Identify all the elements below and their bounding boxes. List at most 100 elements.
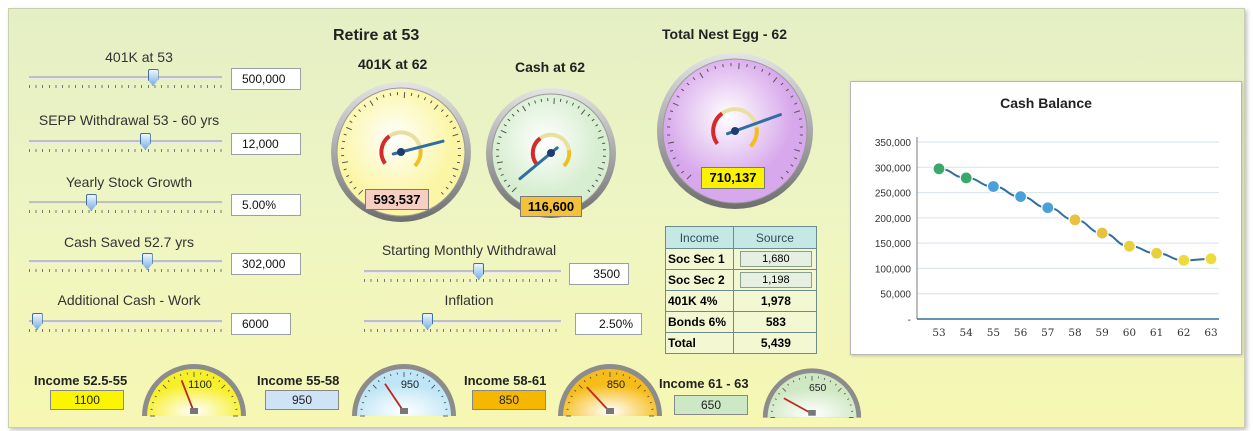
row-label: Soc Sec 2	[665, 269, 734, 291]
total-heading: Total Nest Egg - 62	[662, 26, 787, 42]
chart-y-tick-label: 200,000	[875, 214, 912, 225]
table-row: Soc Sec 1 1,680	[665, 248, 818, 270]
chart-data-point	[986, 179, 1000, 194]
gauge-tick	[798, 142, 802, 144]
income-source-table: Income Source Soc Sec 1 1,680 Soc Sec 2 …	[665, 226, 818, 354]
gauge-tick	[746, 64, 748, 68]
slider-thumb[interactable]	[85, 194, 97, 211]
gauge-401k-readout: 593,537	[365, 189, 429, 210]
chart-data-point	[1068, 213, 1082, 227]
slider-inflation[interactable]	[364, 313, 561, 335]
table-row: Soc Sec 2 1,198	[665, 269, 818, 291]
slider-thumb[interactable]	[147, 69, 159, 86]
slider-label-additional-cash: Additional Cash - Work	[57, 292, 201, 308]
table-header-source: Source	[732, 226, 818, 249]
slider-label-stock-growth: Yearly Stock Growth	[65, 174, 193, 190]
chart-data-point	[1150, 246, 1164, 260]
chart-data-point	[1122, 239, 1136, 253]
chart-x-tick-label: 61	[1150, 327, 1163, 339]
gauge-cash: 116,600	[484, 82, 618, 224]
gauge-hub	[397, 148, 405, 156]
gauge-tick	[668, 118, 672, 120]
mini-gauge-3: 850	[555, 361, 665, 419]
gauge-tick	[341, 140, 346, 143]
chart-y-tick-label: 150,000	[875, 239, 912, 250]
chart-data-point	[1095, 226, 1109, 240]
value-sepp[interactable]: 12,000	[231, 133, 301, 155]
chart-y-tick-label: 250,000	[875, 189, 912, 200]
slider-label-cash-saved: Cash Saved 52.7 yrs	[64, 234, 194, 250]
chart-data-point	[1014, 190, 1028, 204]
row-label: Soc Sec 1	[665, 248, 734, 270]
cash-balance-chart: Cash Balance 350,000 300,000 250,000 200,00…	[850, 81, 1242, 355]
gauge-hub	[547, 149, 555, 157]
slider-thumb[interactable]	[139, 133, 151, 150]
slider-thumb[interactable]	[141, 253, 153, 270]
row-value-input[interactable]: 1,680	[739, 251, 812, 267]
gauge-tick	[602, 161, 606, 164]
value-monthly-withdrawal[interactable]: 3500	[569, 263, 629, 285]
gauge-total-readout: 710,137	[701, 167, 765, 189]
mini-gauge-value: 850	[607, 379, 625, 391]
mini-gauge-hub	[808, 410, 816, 416]
gauge-tick	[496, 142, 500, 145]
slider-cash-saved[interactable]	[29, 253, 222, 275]
row-value: 583	[732, 311, 818, 333]
income-label-2: Income 55-58	[257, 373, 340, 388]
chart-x-tick-label: 57	[1041, 327, 1054, 339]
table-row: Total 5,439	[665, 332, 818, 354]
value-inflation[interactable]: 2.50%	[575, 313, 642, 335]
slider-thumb[interactable]	[473, 263, 485, 280]
chart-data-point	[1041, 201, 1055, 215]
row-value-input[interactable]: 1,198	[739, 272, 812, 288]
mini-gauge-4: 650	[760, 365, 864, 421]
gauge-tick	[798, 118, 802, 120]
gauge-cash-readout: 116,600	[520, 196, 582, 217]
income-box-1: 1100	[50, 390, 124, 410]
value-additional-cash[interactable]: 6000	[231, 313, 291, 335]
table-row: Bonds 6% 583	[665, 311, 818, 333]
value-stock-growth[interactable]: 5.00%	[231, 194, 301, 216]
gauge-tick	[389, 92, 392, 97]
slider-additional-cash[interactable]	[29, 313, 222, 335]
chart-y-tick-label: 50,000	[880, 290, 911, 301]
gauge-tick	[722, 64, 724, 68]
slider-thumb[interactable]	[31, 313, 43, 330]
chart-y-tick-label: 300,000	[875, 163, 912, 174]
gauge-tick	[456, 161, 461, 164]
slider-401k[interactable]	[29, 69, 222, 91]
gauge-tick	[456, 140, 461, 143]
chart-x-tick-label: 58	[1068, 327, 1081, 339]
income-label-3: Income 58-61	[464, 373, 547, 388]
chart-y-tick-label: -	[908, 315, 911, 326]
slider-sepp[interactable]	[29, 133, 222, 155]
income-label-4: Income 61 - 63	[659, 376, 749, 391]
gauge-hub	[731, 127, 739, 135]
gauge-tick	[410, 92, 413, 97]
mini-gauge-value: 1100	[188, 379, 212, 391]
chart-x-tick-label: 56	[1014, 327, 1028, 339]
chart-x-tick-label: 62	[1177, 327, 1190, 339]
chart-data-point	[1204, 252, 1218, 266]
income-box-4: 650	[674, 395, 748, 415]
slider-stock-growth[interactable]	[29, 194, 222, 216]
cash-heading: Cash at 62	[515, 59, 586, 75]
row-value: 1,978	[732, 290, 818, 312]
chart-data-point	[959, 171, 973, 185]
retirement-dashboard: 401K at 53 500,000 SEPP Withdrawal 53 - …	[8, 8, 1245, 428]
slider-label-401k: 401K at 53	[105, 49, 173, 65]
slider-thumb[interactable]	[422, 313, 434, 330]
chart-y-tick-label: 100,000	[875, 264, 912, 275]
chart-x-tick-label: 55	[987, 327, 1000, 339]
chart-x-tick-label: 63	[1204, 327, 1217, 339]
chart-x-tick-label: 54	[960, 327, 974, 339]
row-value: 5,439	[732, 332, 818, 354]
value-cash-saved[interactable]: 302,000	[231, 253, 301, 275]
mini-gauge-hub	[606, 408, 614, 414]
chart-data-point	[1177, 253, 1191, 267]
value-401k[interactable]: 500,000	[231, 68, 301, 90]
slider-label-inflation: Inflation	[444, 292, 494, 308]
slider-monthly-withdrawal[interactable]	[364, 263, 561, 285]
income-box-3: 850	[472, 390, 546, 410]
gauge-401k: 593,537	[329, 79, 473, 225]
